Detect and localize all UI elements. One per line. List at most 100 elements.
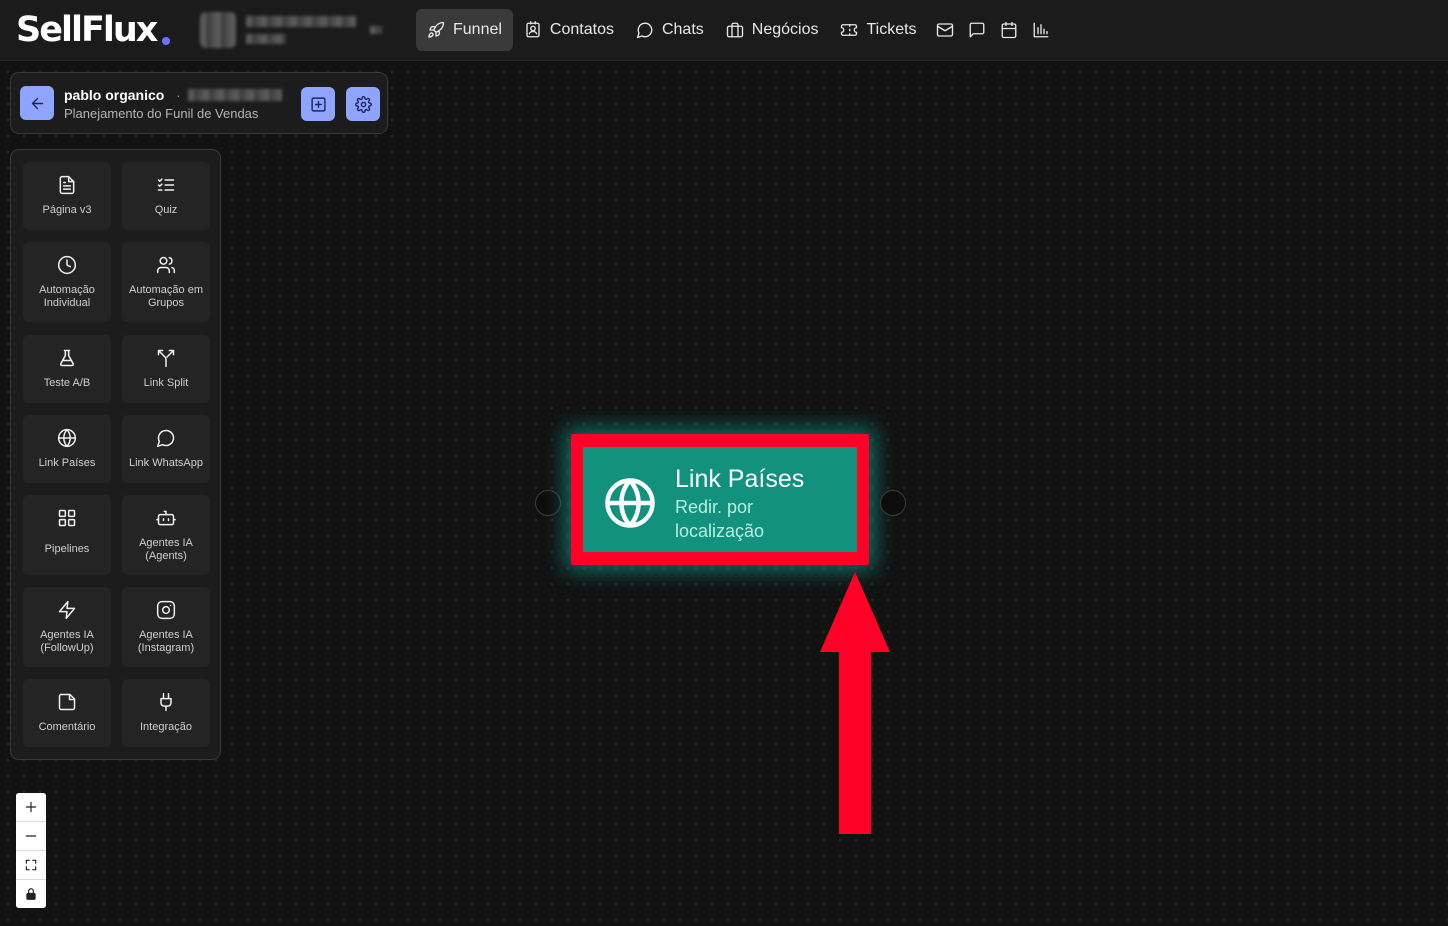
- rocket-icon: [428, 21, 445, 38]
- node-icon: [603, 476, 657, 530]
- plus-square-icon: [310, 96, 326, 112]
- tool-pipelines[interactable]: Pipelines: [23, 495, 111, 575]
- arrow-left-icon: [31, 97, 43, 109]
- tool-palette: Página v3 Quiz Automação Individual Auto…: [10, 149, 221, 760]
- tool-link-paises[interactable]: Link Países: [23, 415, 111, 483]
- zap-icon: [58, 600, 76, 620]
- tool-teste-ab[interactable]: Teste A/B: [23, 335, 111, 403]
- sticky-note-icon: [58, 693, 76, 711]
- calendar-button[interactable]: [994, 9, 1024, 51]
- plug-icon: [160, 692, 172, 712]
- clock-icon: [57, 255, 77, 275]
- list-checks-icon: [157, 178, 175, 191]
- top-bar: SellFlux Funnel Contatos Chats Negócios …: [0, 0, 1448, 61]
- lock-icon: [26, 888, 36, 900]
- main-nav: Funnel Contatos Chats Negócios Tickets: [416, 9, 1056, 51]
- nav-funnel[interactable]: Funnel: [416, 9, 513, 51]
- instagram-icon: [156, 600, 176, 620]
- reports-button[interactable]: [1026, 9, 1056, 51]
- globe-icon: [605, 478, 655, 528]
- node-title: Link Países: [675, 465, 805, 493]
- workspace-name-redacted: [246, 16, 356, 27]
- sellflux-logo[interactable]: SellFlux: [16, 10, 158, 50]
- messages-button[interactable]: [962, 9, 992, 51]
- zoom-out-icon: [25, 835, 37, 837]
- title-separator: ·: [176, 87, 181, 103]
- briefcase-icon: [726, 22, 743, 38]
- fit-view-button[interactable]: [16, 851, 46, 880]
- message-square-icon: [969, 22, 984, 38]
- nav-contatos[interactable]: Contatos: [513, 9, 625, 51]
- tool-label: Link Países: [38, 457, 96, 469]
- tool-automacao-grupos[interactable]: Automação em Grupos: [122, 242, 210, 322]
- flow-title: pablo organico: [64, 87, 165, 103]
- tool-label: Teste A/B: [43, 377, 91, 389]
- tool-integracao[interactable]: Integração: [122, 679, 210, 747]
- flask-icon: [59, 349, 75, 367]
- flow-header-card: pablo organico · Planejamento do Funil d…: [10, 72, 388, 134]
- nav-negocios[interactable]: Negócios: [715, 9, 830, 51]
- lock-button[interactable]: [16, 880, 46, 908]
- mail-button[interactable]: [930, 9, 960, 51]
- workspace-chevron-redacted: [370, 26, 382, 34]
- tool-label: Automação em Grupos: [129, 284, 203, 309]
- tool-label: Agentes IA (Instagram): [137, 629, 195, 654]
- tool-agentes-ia-instagram[interactable]: Agentes IA (Instagram): [122, 587, 210, 667]
- grid-icon: [58, 509, 76, 527]
- nav-tickets[interactable]: Tickets: [829, 9, 927, 51]
- ticket-icon: [841, 24, 858, 36]
- chat-icon: [636, 22, 653, 39]
- annotation-arrow: [820, 572, 890, 834]
- flow-subtitle: Planejamento do Funil de Vendas: [64, 106, 259, 121]
- zoom-in-icon: [25, 801, 37, 813]
- users-icon: [156, 256, 176, 274]
- nav-tickets-label: Tickets: [866, 21, 917, 38]
- add-page-button[interactable]: [301, 87, 335, 121]
- tool-label: Agentes IA (FollowUp): [40, 629, 94, 654]
- tool-label: Quiz: [154, 204, 178, 216]
- zoom-controls: [16, 793, 46, 908]
- logo-dot: [162, 37, 170, 45]
- link-paises-node[interactable]: Link Países Redir. por localização: [583, 447, 857, 552]
- tool-agentes-ia-followup[interactable]: Agentes IA (FollowUp): [23, 587, 111, 667]
- settings-button[interactable]: [346, 87, 380, 121]
- fit-view-icon: [25, 859, 37, 871]
- node-input-handle[interactable]: [535, 490, 561, 516]
- tool-label: Comentário: [38, 721, 96, 733]
- zoom-out-button[interactable]: [16, 822, 46, 851]
- tool-label: Automação Individual: [39, 284, 95, 309]
- gear-icon: [354, 95, 372, 113]
- node-subtitle: Redir. por localização: [675, 497, 765, 541]
- calendar-icon: [1001, 21, 1016, 39]
- tool-label: Integração: [140, 721, 192, 733]
- file-text-icon: [59, 175, 75, 195]
- nav-negocios-label: Negócios: [751, 21, 819, 38]
- nav-funnel-label: Funnel: [453, 21, 502, 38]
- tool-label: Agentes IA (Agents): [139, 537, 193, 562]
- tool-label: Link WhatsApp: [129, 457, 203, 469]
- zoom-in-button[interactable]: [16, 793, 46, 822]
- tool-label: Pipelines: [44, 543, 90, 555]
- tool-pagina-v3[interactable]: Página v3: [23, 162, 111, 230]
- tool-label: Link Split: [143, 377, 189, 389]
- whatsapp-icon: [156, 429, 175, 448]
- tool-link-split[interactable]: Link Split: [122, 335, 210, 403]
- tool-comentario[interactable]: Comentário: [23, 679, 111, 747]
- node-output-handle[interactable]: [880, 490, 906, 516]
- nav-chats[interactable]: Chats: [625, 9, 715, 51]
- tool-automacao-individual[interactable]: Automação Individual: [23, 242, 111, 322]
- flow-owner-redacted: [188, 89, 282, 101]
- tool-agentes-ia-agents[interactable]: Agentes IA (Agents): [122, 495, 210, 575]
- workspace-sub-redacted: [246, 34, 286, 44]
- nav-chats-label: Chats: [661, 21, 704, 38]
- bot-icon: [156, 510, 176, 526]
- split-icon: [157, 349, 175, 368]
- nav-contatos-label: Contatos: [549, 21, 614, 38]
- workspace-avatar-redacted: [200, 12, 236, 48]
- back-button[interactable]: [20, 86, 54, 120]
- tool-quiz[interactable]: Quiz: [122, 162, 210, 230]
- tool-link-whatsapp[interactable]: Link WhatsApp: [122, 415, 210, 483]
- bar-chart-icon: [1033, 22, 1048, 38]
- mail-icon: [936, 23, 953, 37]
- contact-icon: [526, 21, 540, 38]
